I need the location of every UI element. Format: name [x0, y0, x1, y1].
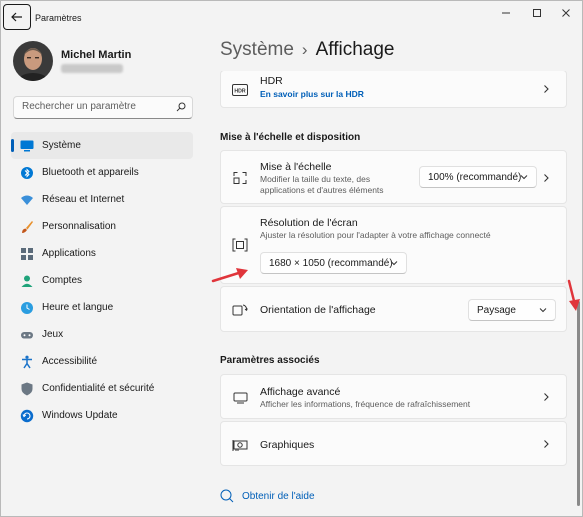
scale-dropdown-value: 100% (recommandé)	[428, 171, 522, 183]
orientation-title: Orientation de l'affichage	[260, 304, 376, 316]
chevron-right-icon[interactable]	[542, 174, 550, 182]
page-title: Affichage	[315, 39, 395, 60]
sidebar-item-label: Confidentialité et sécurité	[42, 383, 155, 394]
resolution-dropdown[interactable]: 1680 × 1050 (recommandé)	[260, 252, 407, 274]
hdr-learn-more-link[interactable]: En savoir plus sur la HDR	[260, 89, 364, 99]
resolution-dropdown-value: 1680 × 1050 (recommandé)	[269, 257, 393, 269]
get-help-label: Obtenir de l'aide	[242, 490, 315, 502]
advanced-display-card[interactable]: Affichage avancé Afficher les informatio…	[220, 374, 567, 419]
chevron-right-icon	[544, 440, 549, 448]
arrow-left-icon	[11, 12, 22, 22]
svg-text:HDR: HDR	[234, 88, 245, 94]
scale-title: Mise à l'échelle	[260, 161, 332, 173]
sidebar-item-systeme[interactable]: Système	[11, 132, 193, 159]
maximize-icon	[533, 9, 541, 17]
minimize-icon	[502, 12, 510, 14]
close-button[interactable]	[552, 4, 580, 22]
main-content: HDR HDR En savoir plus sur la HDR Mise à…	[220, 71, 567, 516]
sidebar-item-accessibilite[interactable]: Accessibilité	[11, 348, 193, 375]
orientation-dropdown[interactable]: Paysage	[468, 299, 556, 321]
hdr-card[interactable]: HDR HDR En savoir plus sur la HDR	[220, 71, 567, 108]
resolution-title: Résolution de l'écran	[260, 217, 358, 229]
sidebar-item-jeux[interactable]: Jeux	[11, 321, 193, 348]
scale-description-line1: Modifier la taille du texte, des	[260, 174, 371, 184]
sidebar-item-label: Bluetooth et appareils	[42, 167, 139, 178]
advanced-display-title: Affichage avancé	[260, 386, 341, 398]
sidebar-item-applications[interactable]: Applications	[11, 240, 193, 267]
section-heading-scale: Mise à l'échelle et disposition	[220, 132, 361, 143]
back-button[interactable]	[3, 4, 31, 30]
sidebar-item-comptes[interactable]: Comptes	[11, 267, 193, 294]
search-icon[interactable]	[176, 102, 186, 112]
accessibility-icon	[20, 355, 34, 369]
close-icon	[562, 9, 570, 17]
chevron-right-icon	[544, 85, 549, 93]
orientation-dropdown-value: Paysage	[477, 304, 516, 316]
user-photo	[13, 41, 53, 81]
orientation-card: Orientation de l'affichage Paysage	[220, 286, 567, 332]
graphics-card-icon	[232, 437, 248, 453]
hdr-title: HDR	[260, 75, 283, 87]
resolution-card: Résolution de l'écran Ajuster la résolut…	[220, 206, 567, 284]
breadcrumb-separator: ›	[301, 40, 308, 59]
sidebar-item-heure[interactable]: Heure et langue	[11, 294, 193, 321]
sidebar-item-confidentialite[interactable]: Confidentialité et sécurité	[11, 375, 193, 402]
sidebar-item-reseau[interactable]: Réseau et Internet	[11, 186, 193, 213]
sidebar-item-label: Applications	[42, 248, 96, 259]
update-icon	[20, 409, 34, 423]
scale-icon	[232, 170, 248, 186]
advanced-display-description: Afficher les informations, fréquence de …	[260, 399, 471, 409]
shield-icon	[20, 382, 34, 396]
resolution-description: Ajuster la résolution pour l'adapter à v…	[260, 230, 491, 240]
sidebar-item-personnalisation[interactable]: Personnalisation	[11, 213, 193, 240]
sidebar-item-label: Réseau et Internet	[42, 194, 125, 205]
resolution-icon	[232, 237, 248, 253]
user-email-blurred	[61, 64, 123, 73]
sidebar-item-label: Accessibilité	[42, 356, 98, 367]
settings-window: Paramètres Michel Martin S	[0, 0, 583, 517]
chevron-down-icon	[539, 308, 547, 313]
breadcrumb-parent[interactable]: Système	[220, 39, 294, 60]
section-heading-related: Paramètres associés	[220, 355, 320, 366]
scale-dropdown[interactable]: 100% (recommandé)	[419, 166, 537, 188]
chevron-right-icon	[544, 393, 549, 401]
monitor-icon	[20, 139, 34, 153]
minimize-button[interactable]	[492, 4, 520, 22]
scrollbar[interactable]	[577, 301, 580, 506]
sidebar-nav: Système Bluetooth et appareils Réseau et…	[11, 132, 193, 429]
search-input[interactable]	[20, 100, 174, 113]
sidebar-item-label: Comptes	[42, 275, 83, 286]
orientation-icon	[232, 302, 248, 318]
sidebar-item-label: Windows Update	[42, 410, 118, 421]
sidebar-item-label: Heure et langue	[42, 302, 114, 313]
window-title: Paramètres	[35, 13, 82, 23]
monitor-icon	[232, 390, 248, 406]
graphics-title: Graphiques	[260, 439, 315, 451]
person-icon	[20, 274, 34, 288]
wifi-icon	[20, 193, 34, 207]
breadcrumb: Système › Affichage	[220, 39, 394, 61]
scale-card[interactable]: Mise à l'échelle Modifier la taille du t…	[220, 150, 567, 204]
maximize-button[interactable]	[523, 4, 551, 22]
search-box[interactable]	[13, 96, 193, 119]
globe-clock-icon	[20, 301, 34, 315]
hdr-icon: HDR	[232, 82, 248, 98]
graphics-card[interactable]: Graphiques	[220, 421, 567, 466]
chevron-down-icon	[520, 175, 528, 180]
help-icon	[220, 489, 234, 503]
sidebar-item-bluetooth[interactable]: Bluetooth et appareils	[11, 159, 193, 186]
sidebar-item-label: Système	[42, 140, 81, 151]
sidebar-item-label: Personnalisation	[42, 221, 116, 232]
get-help-link[interactable]: Obtenir de l'aide	[220, 489, 315, 503]
user-name: Michel Martin	[61, 49, 132, 61]
apps-icon	[20, 247, 34, 261]
chevron-down-icon	[390, 261, 398, 266]
paintbrush-icon	[20, 220, 34, 234]
scale-description-line2: applications et d'autres éléments	[260, 185, 384, 195]
sidebar-item-label: Jeux	[42, 329, 64, 340]
avatar[interactable]	[13, 41, 53, 81]
sidebar-item-windows-update[interactable]: Windows Update	[11, 402, 193, 429]
bluetooth-icon	[20, 166, 34, 180]
gamepad-icon	[20, 328, 34, 342]
